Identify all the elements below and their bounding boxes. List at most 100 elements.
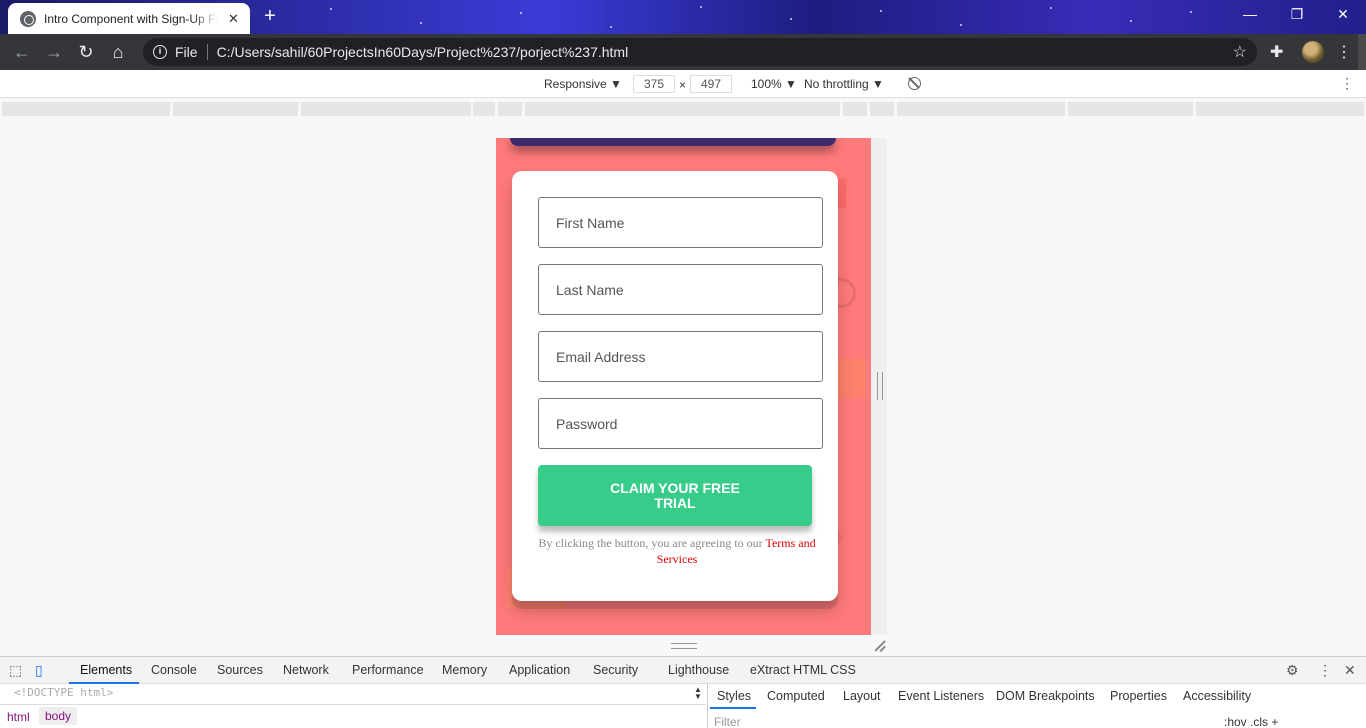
media-query-segment[interactable]: [498, 102, 522, 116]
first-name-field[interactable]: First Name: [538, 197, 823, 248]
minimize-button[interactable]: —: [1240, 6, 1260, 22]
media-query-segment[interactable]: [301, 102, 471, 116]
avatar[interactable]: [1302, 41, 1324, 63]
media-query-segment[interactable]: [843, 102, 867, 116]
claim-free-trial-button[interactable]: CLAIM YOUR FREE TRIAL: [538, 465, 812, 526]
tab-elements[interactable]: Elements: [80, 663, 132, 677]
restore-button[interactable]: ❐: [1287, 6, 1307, 23]
media-query-segment[interactable]: [173, 102, 298, 116]
terms-notice: By clicking the button, you are agreeing…: [532, 535, 822, 567]
media-query-segment[interactable]: [2, 102, 170, 116]
tab-sources[interactable]: Sources: [217, 663, 263, 677]
signup-form-card: First Name Last Name Email Address Passw…: [512, 171, 838, 601]
inspect-element-icon[interactable]: ⬚: [9, 662, 22, 679]
star-decoration: [610, 26, 612, 28]
media-query-segment[interactable]: [473, 102, 495, 116]
media-query-segment[interactable]: [897, 102, 1065, 116]
style-controls[interactable]: :hov .cls +: [1224, 715, 1278, 728]
email-field[interactable]: Email Address: [538, 331, 823, 382]
star-decoration: [1130, 20, 1132, 22]
breadcrumb-html[interactable]: html: [7, 710, 30, 724]
more-options-icon[interactable]: ⋮: [1340, 75, 1354, 92]
active-tab-indicator: [69, 682, 139, 684]
star-decoration: [880, 10, 882, 12]
breadcrumb: html body: [0, 704, 706, 728]
doctype-line[interactable]: <!DOCTYPE html>: [14, 686, 113, 699]
star-decoration: [330, 8, 332, 10]
star-decoration: [1190, 11, 1192, 13]
media-query-segment[interactable]: [1196, 102, 1364, 116]
tab-accessibility[interactable]: Accessibility: [1183, 689, 1251, 703]
globe-icon: [20, 10, 36, 27]
devtools-menu-icon[interactable]: ⋮: [1318, 662, 1332, 679]
extensions-puzzle-icon[interactable]: ✚: [1270, 42, 1283, 62]
browser-tab[interactable]: Intro Component with Sign-Up Form ✕: [8, 3, 250, 34]
media-query-segment[interactable]: [1068, 102, 1193, 116]
media-query-bar: [0, 100, 1366, 116]
tab-properties[interactable]: Properties: [1110, 689, 1167, 703]
close-devtools-icon[interactable]: ✕: [1344, 662, 1356, 679]
url-text[interactable]: C:/Users/sahil/60ProjectsIn60Days/Projec…: [217, 44, 629, 60]
browser-toolbar: ← → ↻ ⌂ i File C:/Users/sahil/60Projects…: [0, 34, 1366, 70]
tab-performance[interactable]: Performance: [352, 663, 424, 677]
styles-filter-input[interactable]: Filter: [714, 715, 741, 728]
breadcrumb-body[interactable]: body: [39, 707, 78, 725]
throttling-select[interactable]: No throttling ▼: [804, 77, 884, 91]
previous-card-bottom: [510, 138, 836, 146]
tab-console[interactable]: Console: [151, 663, 197, 677]
rotate-icon[interactable]: [908, 77, 921, 90]
active-style-tab-indicator: [710, 707, 756, 709]
tab-security[interactable]: Security: [593, 663, 638, 677]
info-icon[interactable]: i: [153, 45, 167, 59]
divider: [206, 44, 208, 60]
terms-text: By clicking the button, you are agreeing…: [538, 536, 766, 550]
browser-menu-icon[interactable]: ⋮: [1336, 42, 1352, 62]
device-toolbar: Responsive ▼ 375 × 497 100% ▼ No throttl…: [0, 70, 1366, 98]
star-decoration: [790, 18, 792, 20]
zoom-select[interactable]: 100% ▼: [751, 77, 797, 91]
panel-scroll-arrows[interactable]: ▲ ▼: [694, 686, 702, 701]
media-query-segment[interactable]: [870, 102, 894, 116]
tab-network[interactable]: Network: [283, 663, 329, 677]
devtools-tab-bar: ⬚ ▯ Elements Console Sources Network Per…: [0, 657, 1366, 684]
star-bookmark-icon[interactable]: ☆: [1233, 42, 1247, 62]
device-toggle-icon[interactable]: ▯: [35, 662, 43, 679]
reload-icon[interactable]: ↻: [75, 42, 97, 62]
new-tab-button[interactable]: +: [258, 6, 282, 28]
forward-arrow-icon[interactable]: →: [43, 42, 65, 62]
last-name-field[interactable]: Last Name: [538, 264, 823, 315]
viewport-height-input[interactable]: 497: [690, 75, 732, 93]
star-decoration: [960, 24, 962, 26]
password-field[interactable]: Password: [538, 398, 823, 449]
resize-corner-handle[interactable]: [874, 640, 886, 652]
background-pattern: [836, 358, 866, 398]
scrollbar[interactable]: [1358, 34, 1366, 70]
address-bar[interactable]: i File C:/Users/sahil/60ProjectsIn60Days…: [143, 38, 1257, 66]
window-close-button[interactable]: ✕: [1333, 6, 1353, 23]
resize-handle-right[interactable]: [877, 372, 883, 400]
home-icon[interactable]: ⌂: [107, 42, 129, 62]
tab-title: Intro Component with Sign-Up Form: [44, 11, 218, 26]
settings-gear-icon[interactable]: ⚙: [1286, 662, 1299, 679]
close-icon[interactable]: ✕: [228, 11, 239, 27]
styles-pane: Styles Computed Layout Event Listeners D…: [707, 684, 1366, 728]
tab-application[interactable]: Application: [509, 663, 570, 677]
viewport-width-input[interactable]: 375: [633, 75, 675, 93]
window-titlebar: Intro Component with Sign-Up Form ✕ + — …: [0, 0, 1366, 34]
tab-extract-html-css[interactable]: eXtract HTML CSS: [750, 663, 856, 677]
tab-computed[interactable]: Computed: [767, 689, 825, 703]
dimension-separator: ×: [679, 78, 687, 92]
back-arrow-icon[interactable]: ←: [11, 42, 33, 62]
tab-styles[interactable]: Styles: [717, 689, 751, 703]
tab-dom-breakpoints[interactable]: DOM Breakpoints: [996, 689, 1095, 703]
file-label: File: [175, 44, 198, 60]
tab-memory[interactable]: Memory: [442, 663, 487, 677]
resize-handle-bottom[interactable]: [671, 643, 697, 649]
tab-lighthouse[interactable]: Lighthouse: [668, 663, 729, 677]
media-query-segment[interactable]: [525, 102, 840, 116]
tab-layout[interactable]: Layout: [843, 689, 881, 703]
device-mode-select[interactable]: Responsive ▼: [544, 77, 622, 91]
star-decoration: [700, 6, 702, 8]
page-viewport: First Name Last Name Email Address Passw…: [496, 138, 871, 635]
tab-event-listeners[interactable]: Event Listeners: [898, 689, 984, 703]
